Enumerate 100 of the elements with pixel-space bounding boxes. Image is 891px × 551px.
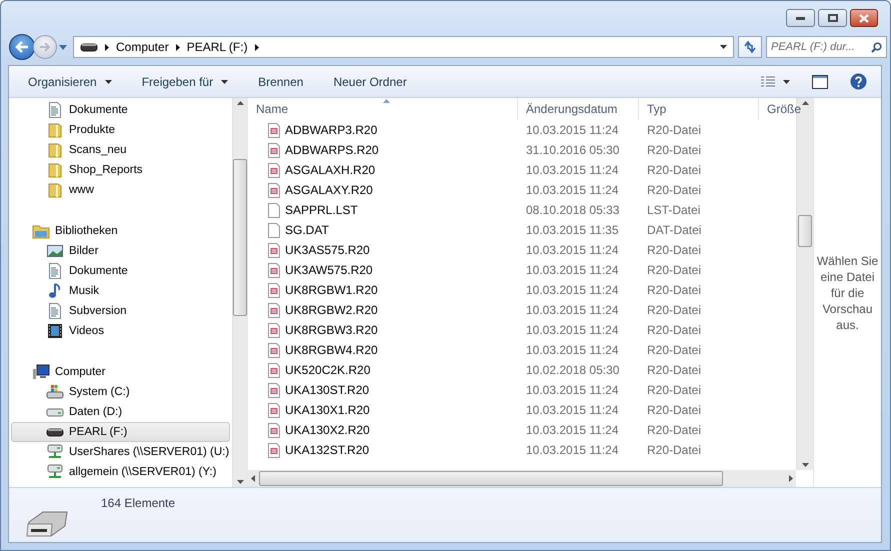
breadcrumb[interactable]: Computer [116,40,169,54]
file-icon [268,442,280,458]
file-name[interactable]: ASGALAXY.R20 [285,183,373,197]
file-type: R20-Datei [646,343,702,357]
file-name[interactable]: UK8RGBW3.R20 [285,323,378,337]
file-name[interactable]: ASGALAXH.R20 [285,163,376,177]
refresh-button[interactable] [738,36,762,58]
file-icon [268,422,280,438]
file-name[interactable]: ADBWARP3.R20 [285,123,378,137]
nav-item[interactable]: Computer [11,362,230,382]
toolbar-button[interactable]: Organisieren [19,70,121,92]
modified-date: 10.03.2015 11:35 [525,223,620,237]
scroll-down-icon [802,463,808,467]
file-type: LST-Datei [646,203,702,217]
caret-icon [59,44,67,50]
item-count: 164 Elemente [101,496,176,512]
breadcrumb[interactable]: PEARL (F:) [186,40,248,54]
file-type: R20-Datei [646,183,702,197]
maximize-button[interactable] [818,9,847,27]
modified-date: 10.03.2015 11:24 [525,423,620,437]
nav-item[interactable]: System (C:) [11,382,230,402]
search-field[interactable]: PEARL (F:) dur... [766,36,887,58]
nav-item[interactable]: UserShares (\\SERVER01) (U:) [11,442,230,462]
scrollbar-thumb[interactable] [233,159,247,316]
toolbar-button[interactable]: Freigeben für [132,70,238,92]
nav-item[interactable]: allgemein (\\SERVER01) (Y:) [11,462,230,482]
file-icon [268,122,280,138]
modified-date: 10.03.2015 11:24 [525,283,620,297]
picture-icon [47,244,63,258]
library-folder-icon [32,223,50,239]
scrollbar-thumb[interactable] [798,215,812,247]
refresh-icon [743,41,757,53]
document-icon [48,303,62,319]
nav-item[interactable]: Bibliotheken [11,221,230,241]
file-type: R20-Datei [646,263,702,277]
nav-item[interactable]: Musik [11,281,230,301]
file-name[interactable]: SAPPRL.LST [285,203,358,217]
folder-icon [48,162,62,178]
file-name[interactable]: UKA132ST.R20 [285,443,370,457]
minimize-button[interactable] [786,9,815,27]
chevron-icon [176,44,180,50]
file-name[interactable]: UK520C2K.R20 [285,363,370,377]
nav-item[interactable]: Videos [11,321,230,341]
chevron-icon [105,44,109,50]
file-icon [268,382,280,398]
file-name[interactable]: UK8RGBW1.R20 [285,283,378,297]
vertical-scrollbar[interactable] [232,98,247,487]
scroll-left-icon [251,475,255,482]
file-icon [268,342,280,358]
modified-date: 10.03.2015 11:24 [525,243,620,257]
drive-icon [46,426,64,438]
column-header[interactable]: Typ [639,98,759,120]
file-name[interactable]: UK3AW575.R20 [285,263,373,277]
nav-item[interactable]: PEARL (F:) [11,422,230,442]
nav-item[interactable]: Scans_neu [11,140,230,160]
nav-item[interactable]: Dokumente [11,261,230,281]
file-type: R20-Datei [646,303,702,317]
close-button[interactable] [850,9,878,27]
modified-date: 10.03.2015 11:24 [525,403,620,417]
column-header[interactable]: Name [248,98,518,120]
scroll-up-icon [236,101,244,105]
toolbar-button[interactable]: Brennen [249,70,312,92]
nav-item[interactable]: Shop_Reports [11,160,230,180]
column-header[interactable]: Änderungsdatum [518,98,639,120]
drive-icon [80,41,98,53]
horizontal-scrollbar[interactable] [248,470,796,487]
file-type: R20-Datei [646,423,702,437]
modified-date: 10.03.2015 11:24 [525,303,620,317]
close-icon [859,14,869,22]
caret-icon [104,80,112,84]
file-name[interactable]: UK8RGBW4.R20 [285,343,378,357]
details-view-icon [761,76,775,87]
modified-date: 10.03.2015 11:24 [525,123,620,137]
document-icon [48,263,62,279]
file-name[interactable]: UK3AS575.R20 [285,243,370,257]
column-header[interactable]: Größe [759,98,802,120]
nav-item[interactable]: Produkte [11,120,230,140]
folder-icon [48,142,62,158]
file-name[interactable]: UKA130ST.R20 [285,383,370,397]
address-bar[interactable]: Computer PEARL (F:) [73,36,734,58]
file-name[interactable]: SG.DAT [285,223,329,237]
nav-item[interactable]: Subversion [11,301,230,321]
toolbar-button[interactable]: Neuer Ordner [324,70,416,92]
history-dropdown[interactable] [57,44,69,50]
file-type: R20-Datei [646,363,702,377]
file-name[interactable]: UK8RGBW2.R20 [285,303,378,317]
computer-icon [32,364,50,380]
back-button[interactable] [9,34,35,60]
modified-date: 10.03.2015 11:24 [525,163,620,177]
file-name[interactable]: UKA130X1.R20 [285,403,370,417]
scrollbar-thumb[interactable] [259,471,723,486]
file-icon [268,282,280,298]
nav-item[interactable]: www [11,180,230,200]
nav-item[interactable]: Dokumente [11,100,230,120]
nav-item[interactable]: Bilder [11,241,230,261]
file-name[interactable]: ADBWARPS.R20 [285,143,379,157]
file-icon [268,302,280,318]
file-name[interactable]: UKA130X2.R20 [285,423,370,437]
nav-item[interactable]: Daten (D:) [11,402,230,422]
scroll-right-icon [789,475,793,482]
